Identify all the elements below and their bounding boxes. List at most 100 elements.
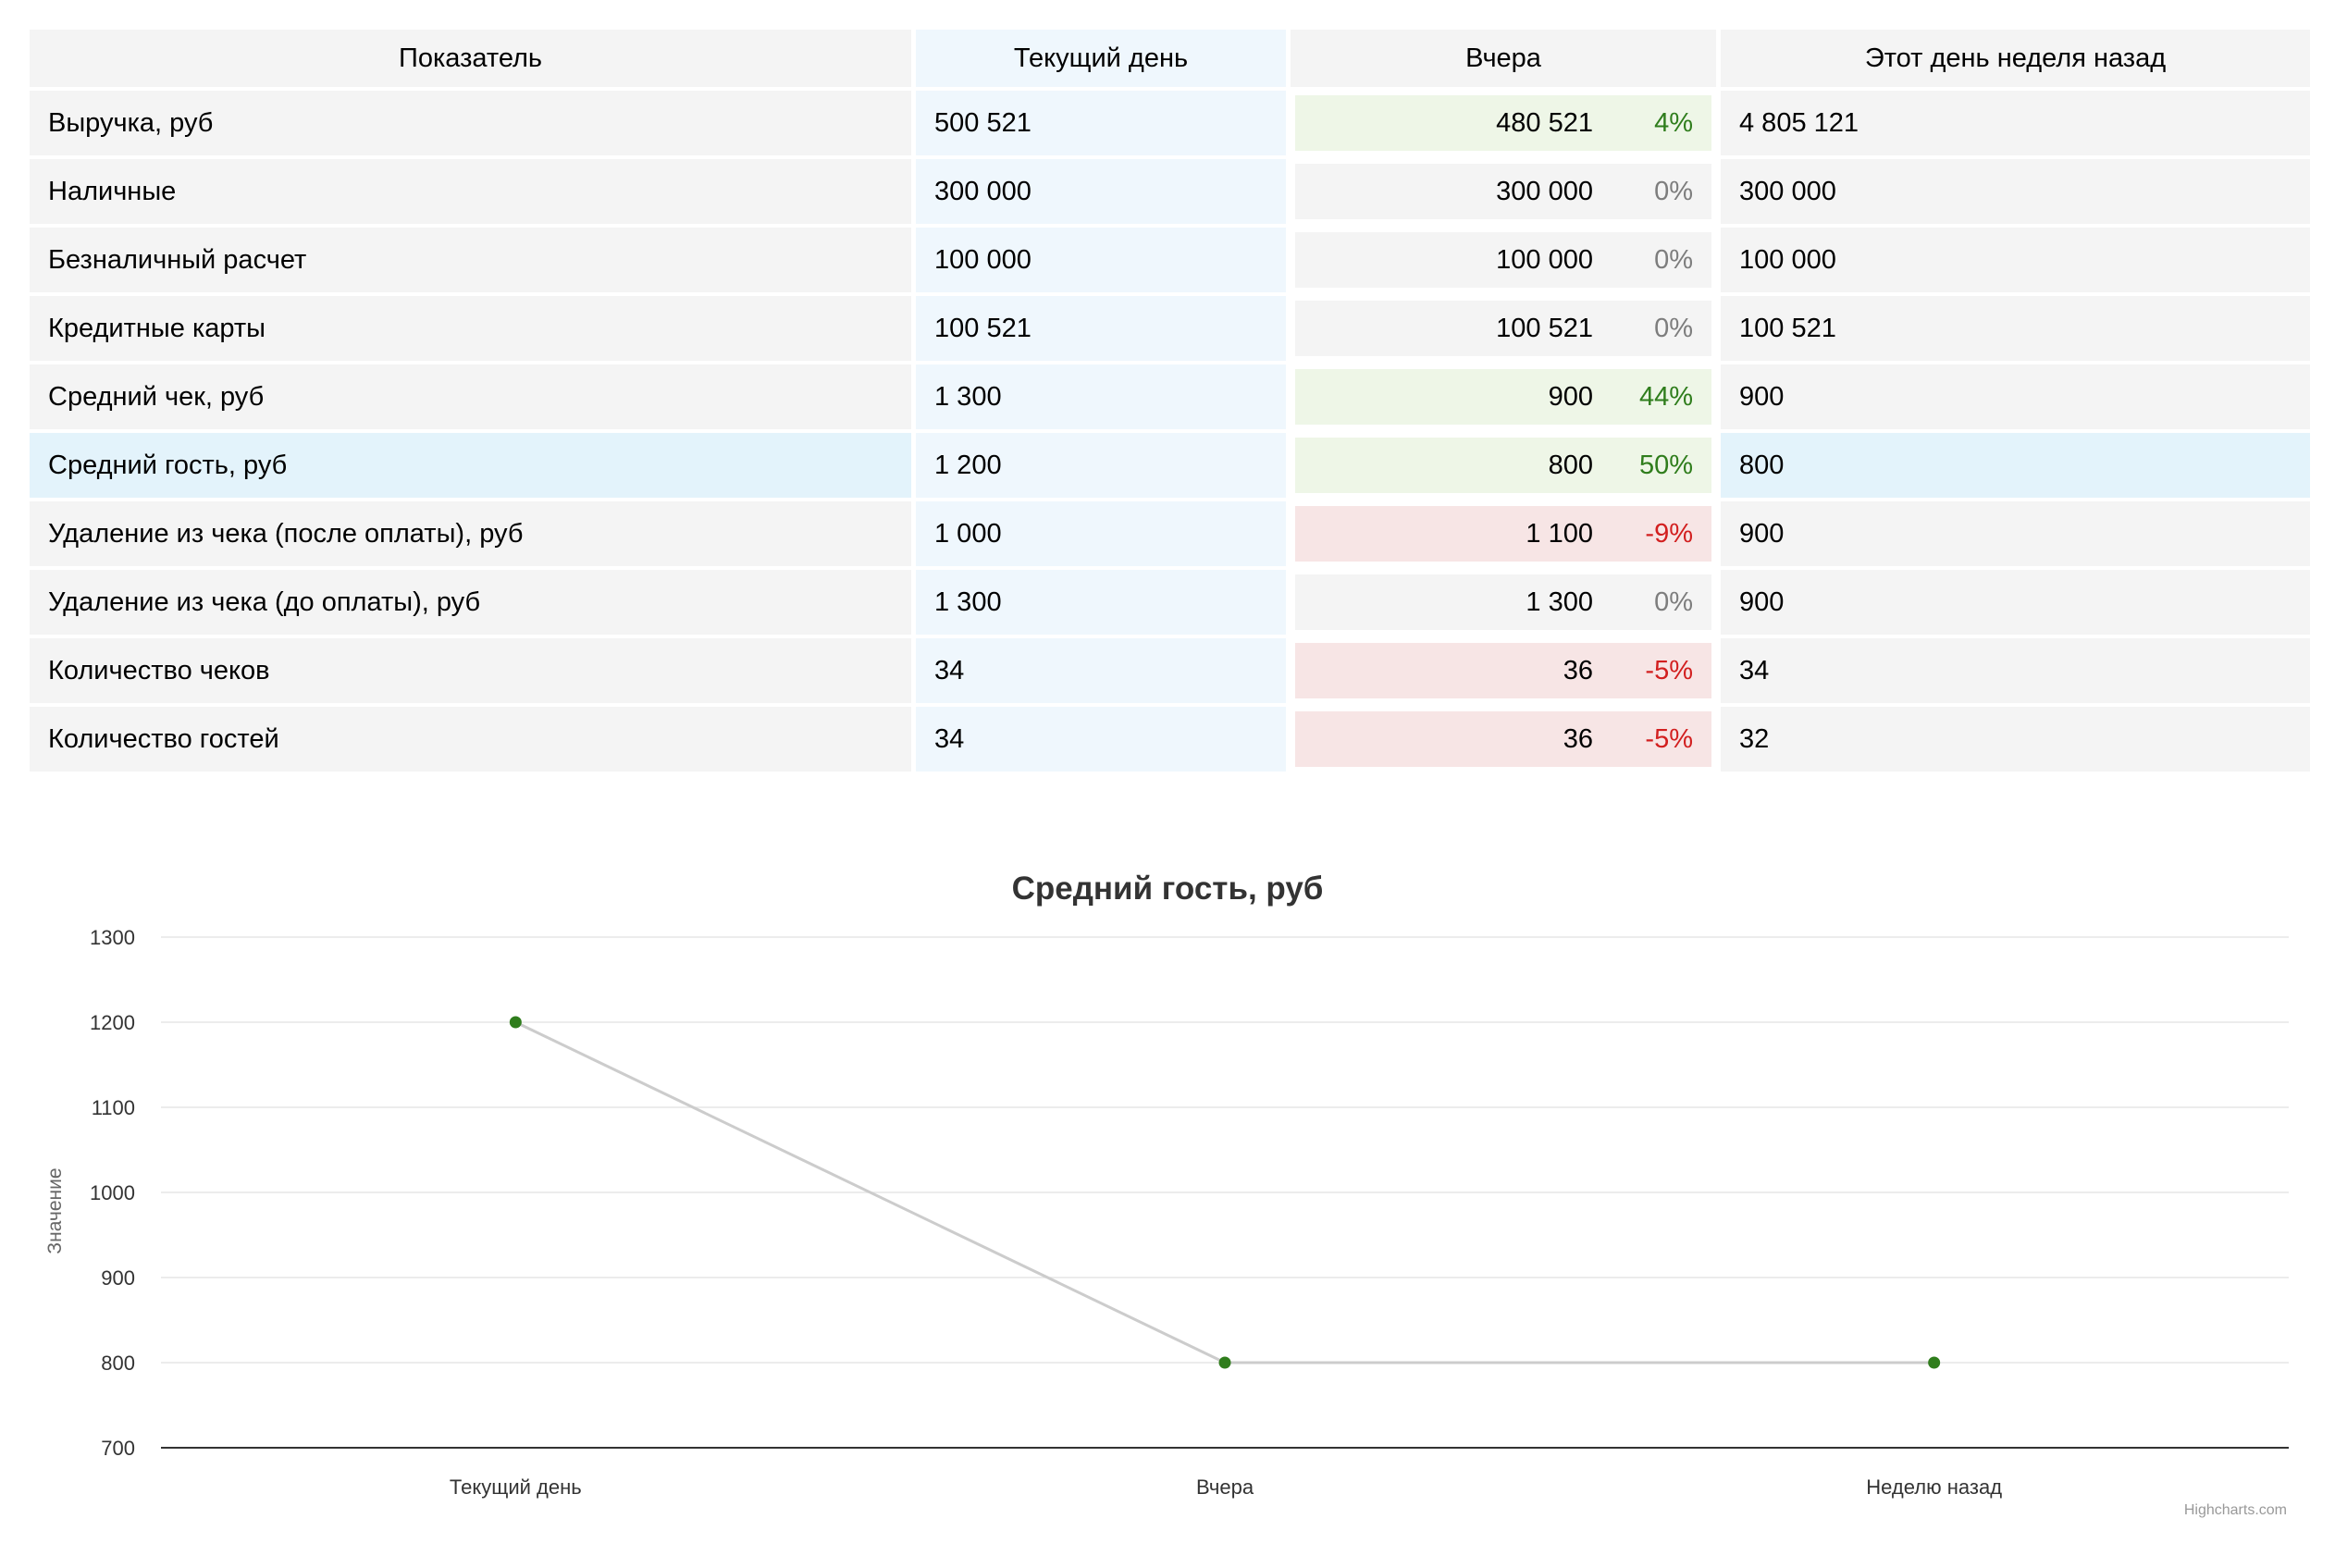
week-ago-value: 900 — [1721, 570, 2310, 635]
data-point[interactable] — [1928, 1356, 1941, 1369]
change-percent: -9% — [1645, 518, 1693, 549]
x-axis-ticks: Текущий день Вчера Неделю назад — [450, 1475, 2002, 1499]
table-row[interactable]: Средний чек, руб 1 300 900 44% 900 — [30, 364, 2310, 429]
yesterday-cell: 36 -5% — [1291, 707, 1716, 772]
y-tick-label: 1100 — [92, 1096, 135, 1119]
y-tick-label: 700 — [101, 1437, 135, 1460]
current-day-value: 100 000 — [916, 228, 1286, 292]
yesterday-comparison: 36 -5% — [1295, 643, 1711, 698]
metric-name: Количество чеков — [30, 638, 911, 703]
x-tick-label: Неделю назад — [1866, 1475, 2002, 1499]
current-day-value: 34 — [916, 707, 1286, 772]
current-day-value: 1 300 — [916, 364, 1286, 429]
header-metric[interactable]: Показатель — [30, 30, 911, 87]
week-ago-value: 4 805 121 — [1721, 91, 2310, 155]
current-day-value: 34 — [916, 638, 1286, 703]
change-percent: -5% — [1645, 655, 1693, 685]
metrics-table-container: Показатель Текущий день Вчера Этот день … — [30, 30, 2310, 775]
metric-name: Наличные — [30, 159, 911, 224]
current-day-value: 500 521 — [916, 91, 1286, 155]
change-percent: 50% — [1638, 450, 1693, 480]
yesterday-cell: 800 50% — [1291, 433, 1716, 498]
change-percent: 0% — [1654, 176, 1693, 206]
chart-title: Средний гость, руб — [1012, 870, 1324, 907]
y-tick-label: 800 — [101, 1352, 135, 1375]
week-ago-value: 100 521 — [1721, 296, 2310, 361]
line-chart: Средний гость, руб 700 800 900 1000 1100 1200… — [44, 870, 2289, 1518]
yesterday-value: 1 100 — [1526, 518, 1593, 549]
table-row[interactable]: Выручка, руб 500 521 480 521 4% 4 805 121 — [30, 91, 2310, 155]
yesterday-comparison: 800 50% — [1295, 438, 1711, 493]
chart-container: Средний гость, руб 700 800 900 1000 1100 1200… — [0, 833, 2335, 1563]
yesterday-value: 100 000 — [1496, 244, 1593, 275]
header-week-ago[interactable]: Этот день неделя назад — [1721, 30, 2310, 87]
table-row[interactable]: Количество гостей 34 36 -5% 32 — [30, 707, 2310, 772]
table-row[interactable]: Удаление из чека (до оплаты), руб 1 300 1 … — [30, 570, 2310, 635]
change-percent: 44% — [1638, 381, 1693, 412]
week-ago-value: 32 — [1721, 707, 2310, 772]
yesterday-comparison: 300 000 0% — [1295, 164, 1711, 219]
week-ago-value: 900 — [1721, 364, 2310, 429]
metrics-table: Показатель Текущий день Вчера Этот день … — [25, 26, 2315, 775]
data-point[interactable] — [509, 1016, 522, 1029]
change-percent: -5% — [1645, 723, 1693, 754]
data-point[interactable] — [1218, 1356, 1231, 1369]
yesterday-value: 300 000 — [1496, 176, 1593, 206]
yesterday-comparison: 100 521 0% — [1295, 301, 1711, 356]
current-day-value: 1 300 — [916, 570, 1286, 635]
metric-name: Средний чек, руб — [30, 364, 911, 429]
yesterday-comparison: 900 44% — [1295, 369, 1711, 425]
yesterday-value: 36 — [1563, 723, 1593, 754]
y-tick-label: 1000 — [90, 1181, 135, 1204]
yesterday-cell: 100 521 0% — [1291, 296, 1716, 361]
x-tick-label: Текущий день — [450, 1475, 582, 1499]
metric-name: Кредитные карты — [30, 296, 911, 361]
y-axis-ticks: 700 800 900 1000 1100 1200 1300 — [90, 926, 135, 1460]
metric-name: Удаление из чека (после оплаты), руб — [30, 501, 911, 566]
chart-gridlines — [161, 936, 2289, 1449]
yesterday-cell: 480 521 4% — [1291, 91, 1716, 155]
week-ago-value: 34 — [1721, 638, 2310, 703]
metric-name: Удаление из чека (до оплаты), руб — [30, 570, 911, 635]
yesterday-comparison: 1 300 0% — [1295, 574, 1711, 630]
yesterday-value: 1 300 — [1526, 586, 1593, 617]
yesterday-cell: 1 100 -9% — [1291, 501, 1716, 566]
change-percent: 0% — [1654, 586, 1693, 617]
change-percent: 0% — [1654, 244, 1693, 275]
y-axis-label: Значение — [44, 1167, 66, 1253]
yesterday-value: 480 521 — [1496, 107, 1593, 138]
table-row[interactable]: Безналичный расчет 100 000 100 000 0% 100 00… — [30, 228, 2310, 292]
yesterday-comparison: 36 -5% — [1295, 711, 1711, 767]
metric-name: Количество гостей — [30, 707, 911, 772]
yesterday-value: 36 — [1563, 655, 1593, 685]
table-row[interactable]: Количество чеков 34 36 -5% 34 — [30, 638, 2310, 703]
metric-name: Выручка, руб — [30, 91, 911, 155]
table-row[interactable]: Удаление из чека (после оплаты), руб 1 00… — [30, 501, 2310, 566]
current-day-value: 1 000 — [916, 501, 1286, 566]
yesterday-cell: 300 000 0% — [1291, 159, 1716, 224]
table-header-row: Показатель Текущий день Вчера Этот день … — [30, 30, 2310, 87]
current-day-value: 100 521 — [916, 296, 1286, 361]
chart-credits[interactable]: Highcharts.com — [2184, 1502, 2287, 1518]
table-row[interactable]: Средний гость, руб 1 200 800 50% 800 — [30, 433, 2310, 498]
current-day-value: 300 000 — [916, 159, 1286, 224]
yesterday-value: 900 — [1548, 381, 1593, 412]
change-percent: 4% — [1654, 107, 1693, 138]
yesterday-cell: 36 -5% — [1291, 638, 1716, 703]
table-row[interactable]: Наличные 300 000 300 000 0% 300 000 — [30, 159, 2310, 224]
yesterday-comparison: 1 100 -9% — [1295, 506, 1711, 562]
yesterday-cell: 1 300 0% — [1291, 570, 1716, 635]
week-ago-value: 800 — [1721, 433, 2310, 498]
metric-name: Средний гость, руб — [30, 433, 911, 498]
header-current-day[interactable]: Текущий день — [916, 30, 1286, 87]
yesterday-comparison: 480 521 4% — [1295, 95, 1711, 151]
y-tick-label: 1200 — [90, 1011, 135, 1034]
table-row[interactable]: Кредитные карты 100 521 100 521 0% 100 521 — [30, 296, 2310, 361]
week-ago-value: 300 000 — [1721, 159, 2310, 224]
header-yesterday[interactable]: Вчера — [1291, 30, 1716, 87]
yesterday-value: 800 — [1548, 450, 1593, 480]
x-tick-label: Вчера — [1196, 1475, 1254, 1499]
yesterday-cell: 900 44% — [1291, 364, 1716, 429]
yesterday-cell: 100 000 0% — [1291, 228, 1716, 292]
y-tick-label: 1300 — [90, 926, 135, 949]
